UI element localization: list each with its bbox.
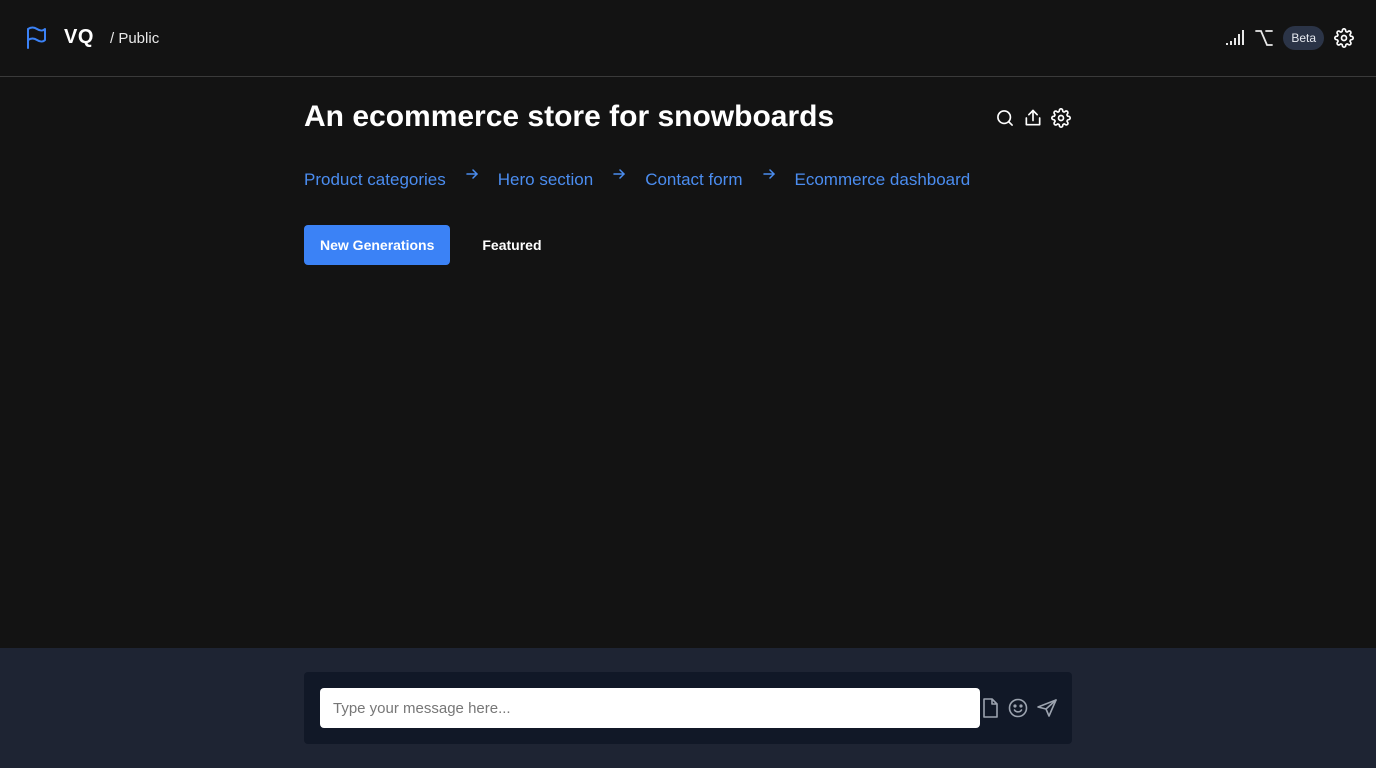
page-title: An ecommerce store for snowboards — [304, 100, 835, 133]
message-composer — [304, 672, 1072, 744]
message-input[interactable] — [320, 688, 980, 728]
beta-badge: Beta — [1283, 26, 1324, 50]
tab-new-generations[interactable]: New Generations — [304, 225, 451, 265]
breadcrumb[interactable]: / Public — [110, 30, 159, 47]
suggestion-contact-form[interactable]: Contact form — [645, 170, 742, 190]
suggestion-links: Product categories Hero section Contact … — [304, 167, 971, 190]
suggestion-product-categories[interactable]: Product categories — [304, 170, 446, 190]
gear-icon[interactable] — [1051, 108, 1071, 128]
send-icon[interactable] — [1036, 698, 1058, 718]
title-actions — [995, 108, 1071, 128]
brand-name[interactable]: VQ — [64, 26, 94, 49]
suggestion-ecommerce-dashboard[interactable]: Ecommerce dashboard — [795, 170, 971, 190]
share-icon[interactable] — [1023, 108, 1043, 128]
file-icon[interactable] — [980, 697, 1000, 719]
composer-actions — [980, 696, 1058, 720]
tab-featured[interactable]: Featured — [466, 225, 557, 265]
emoji-icon[interactable] — [1008, 698, 1028, 718]
gear-icon[interactable] — [1334, 28, 1354, 48]
footer — [0, 648, 1376, 768]
arrow-right-icon — [762, 167, 775, 185]
arrow-right-icon — [613, 167, 625, 185]
arrow-right-icon — [466, 167, 478, 185]
suggestion-hero-section[interactable]: Hero section — [498, 170, 593, 190]
option-key-icon[interactable] — [1255, 29, 1274, 47]
search-icon[interactable] — [995, 108, 1015, 128]
signal-icon[interactable] — [1225, 29, 1245, 47]
top-right-controls: Beta — [1225, 25, 1354, 51]
flag-icon[interactable] — [25, 26, 47, 50]
top-bar: VQ / Public Beta — [0, 0, 1376, 77]
generation-tabs: New Generations Featured — [304, 225, 558, 265]
